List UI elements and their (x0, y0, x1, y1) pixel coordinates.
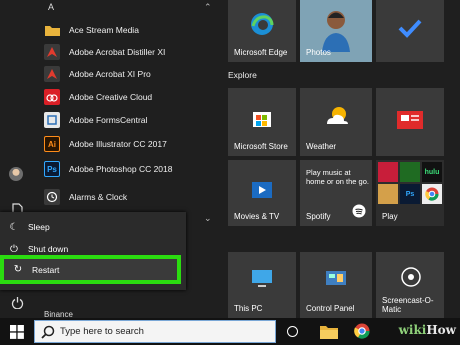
moon-icon: ☾ (9, 221, 19, 233)
letter-header[interactable]: A (48, 2, 54, 12)
game-icon (378, 184, 398, 204)
app-item-label: Ace Stream Media (69, 25, 139, 35)
app-item-label: Adobe Illustrator CC 2017 (69, 139, 167, 149)
power-icon: ⏻ (10, 243, 18, 255)
spotify-icon (352, 204, 366, 218)
watermark-part2: How (426, 323, 456, 337)
sleep-label: Sleep (28, 222, 50, 232)
app-item-label: Adobe FormsCentral (69, 115, 148, 125)
app-item-label: Alarms & Clock (69, 192, 128, 202)
game-icon (400, 162, 420, 182)
tile-spotify[interactable]: Play music at home or on the go. Spotify (300, 160, 372, 226)
edge-icon (250, 12, 274, 36)
search-icon (41, 325, 55, 344)
search-box[interactable]: Type here to search (34, 320, 276, 343)
control-panel-icon (324, 268, 348, 290)
chrome-icon[interactable] (354, 323, 370, 339)
tile-photos[interactable]: Photos (300, 0, 372, 62)
forms-central-icon (44, 112, 60, 128)
chevron-up-icon: ⌃ (204, 2, 212, 12)
tile-label: Play (382, 212, 398, 221)
computer-icon (250, 268, 274, 290)
search-placeholder: Type here to search (60, 326, 144, 337)
app-item-label: Adobe Photoshop CC 2018 (69, 164, 173, 174)
restart-row[interactable]: ↻ Restart (4, 259, 190, 280)
tile-label: Microsoft Edge (234, 48, 288, 57)
photoshop-icon: Ps (44, 161, 60, 177)
shutdown-label: Shut down (28, 244, 69, 254)
tiles-area: Microsoft Edge Photos Explore Microsoft … (220, 0, 460, 318)
restart-icon: ↻ (13, 264, 23, 275)
creative-cloud-icon (44, 89, 60, 105)
app-item-label: Adobe Creative Cloud (69, 92, 153, 102)
app-item-acrobat-distiller[interactable]: Adobe Acrobat Distiller XI (44, 41, 214, 63)
app-item-photoshop[interactable]: Ps Adobe Photoshop CC 2018 (44, 158, 214, 180)
news-icon (396, 110, 424, 130)
explore-header: Explore (228, 70, 257, 80)
tile-label: Weather (306, 142, 337, 151)
spotify-promo-text: Play music at home or on the go. (306, 168, 369, 186)
photoshop-icon: Ps (400, 184, 420, 204)
tile-news[interactable] (376, 88, 444, 156)
tile-play[interactable]: hulu Ps Play (376, 160, 444, 226)
power-icon[interactable] (8, 293, 26, 311)
acrobat-icon (44, 66, 60, 82)
tile-label: Movies & TV (234, 212, 280, 221)
tile-label: Screencast-O-Matic (382, 296, 434, 314)
illustrator-icon: Ai (44, 136, 60, 152)
chrome-icon (422, 184, 442, 204)
tile-label: Control Panel (306, 304, 355, 313)
taskbar: Type here to search wikiHow (0, 318, 460, 345)
windows-start-icon[interactable] (10, 325, 24, 339)
app-item-alarms-clock[interactable]: Alarms & Clock (44, 186, 214, 208)
hulu-icon: hulu (422, 162, 442, 182)
restart-option[interactable]: ↻ Restart (0, 255, 181, 284)
app-item-label: Adobe Acrobat XI Pro (69, 69, 151, 79)
alarm-clock-icon (44, 189, 60, 205)
tile-screencast[interactable]: Screencast-O-Matic (376, 252, 444, 318)
movies-icon (250, 178, 274, 200)
roblox-icon (378, 162, 398, 182)
checkmark-icon (398, 18, 422, 38)
tile-control-panel[interactable]: Control Panel (300, 252, 372, 318)
watermark-part1: wiki (398, 323, 427, 337)
tile-this-pc[interactable]: This PC (228, 252, 296, 318)
app-item-acrobat-pro[interactable]: Adobe Acrobat XI Pro (44, 63, 214, 85)
tile-label: This PC (234, 304, 263, 313)
restart-label: Restart (32, 264, 60, 275)
tile-microsoft-edge[interactable]: Microsoft Edge (228, 0, 296, 62)
app-item-label: Adobe Acrobat Distiller XI (69, 47, 166, 57)
tile-label: Spotify (306, 212, 331, 221)
sleep-option[interactable]: ☾ Sleep (0, 216, 186, 238)
screencast-icon (400, 266, 422, 288)
tile-label: Photos (306, 48, 331, 57)
app-item-creative-cloud[interactable]: Adobe Creative Cloud (44, 86, 214, 108)
chevron-down-icon: ⌄ (204, 213, 212, 223)
app-item-forms-central[interactable]: Adobe FormsCentral (44, 109, 214, 131)
cortana-icon[interactable] (287, 326, 298, 337)
store-icon (251, 106, 273, 128)
wikihow-watermark: wikiHow (399, 323, 456, 337)
tile-todo[interactable] (376, 0, 444, 62)
acrobat-distiller-icon (44, 44, 60, 60)
app-item-illustrator[interactable]: Ai Adobe Illustrator CC 2017 (44, 133, 214, 155)
app-item-ace-stream[interactable]: Ace Stream Media (44, 19, 214, 41)
tile-microsoft-store[interactable]: Microsoft Store (228, 88, 296, 156)
folder-icon (44, 22, 60, 38)
weather-sun-icon (324, 104, 350, 128)
tile-movies-tv[interactable]: Movies & TV (228, 160, 296, 226)
file-explorer-icon[interactable] (320, 324, 338, 339)
person-photo (320, 6, 352, 52)
tile-weather[interactable]: Weather (300, 88, 372, 156)
user-avatar[interactable] (9, 167, 23, 181)
tile-label: Microsoft Store (234, 142, 288, 151)
